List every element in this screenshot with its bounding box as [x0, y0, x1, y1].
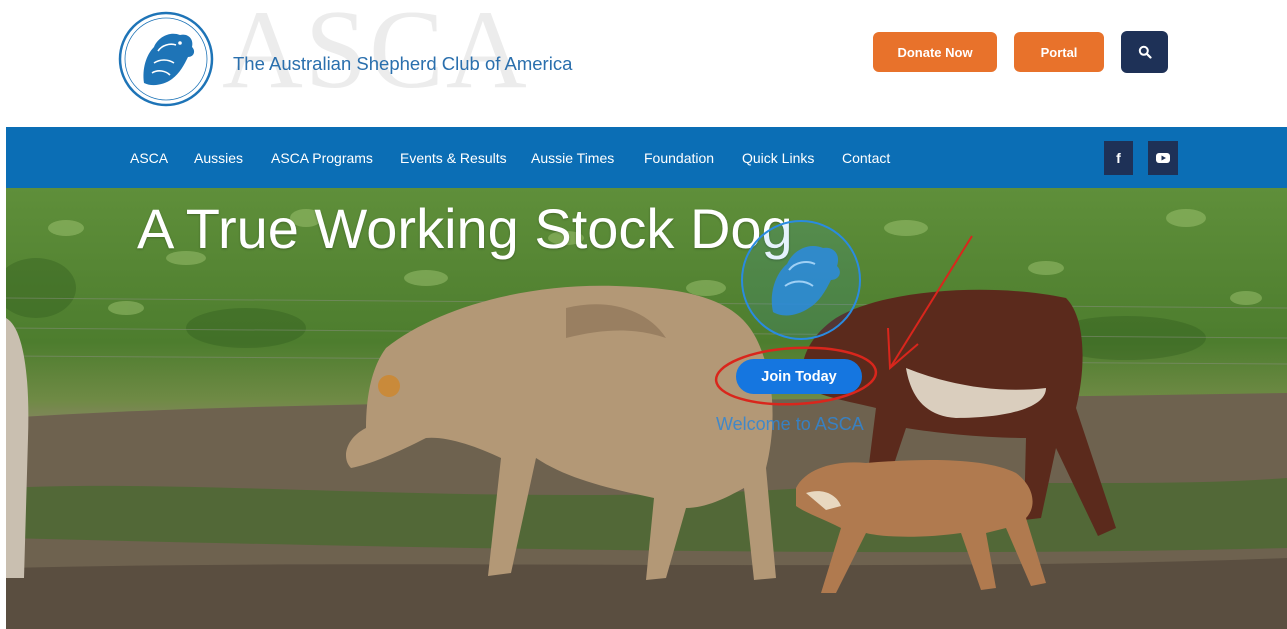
youtube-icon [1156, 153, 1170, 163]
portal-button[interactable]: Portal [1014, 32, 1104, 72]
hero-banner: A True Working Stock Dog Join Today Welc… [6, 188, 1287, 629]
hero-title: A True Working Stock Dog [137, 197, 793, 260]
facebook-icon: f [1116, 150, 1121, 166]
search-icon [1138, 45, 1152, 59]
nav-item-asca[interactable]: ASCA [130, 150, 168, 166]
join-today-button[interactable]: Join Today [736, 359, 862, 394]
nav-item-asca-programs[interactable]: ASCA Programs [271, 150, 373, 166]
search-button[interactable] [1121, 31, 1168, 73]
welcome-text: Welcome to ASCA [716, 414, 864, 434]
site-header: ASCA The Australian Shepherd Club of Ame… [0, 0, 1287, 127]
youtube-link[interactable] [1148, 141, 1178, 175]
nav-item-quick-links[interactable]: Quick Links [742, 150, 814, 166]
facebook-link[interactable]: f [1104, 141, 1133, 175]
site-title[interactable]: The Australian Shepherd Club of America [233, 53, 572, 75]
nav-item-foundation[interactable]: Foundation [644, 150, 714, 166]
asca-hero-logo [741, 220, 861, 340]
main-nav: ASCA Aussies ASCA Programs Events & Resu… [6, 127, 1287, 188]
nav-item-contact[interactable]: Contact [842, 150, 890, 166]
nav-item-aussies[interactable]: Aussies [194, 150, 243, 166]
nav-item-aussie-times[interactable]: Aussie Times [531, 150, 614, 166]
asca-logo[interactable] [118, 11, 214, 107]
nav-item-events-results[interactable]: Events & Results [400, 150, 507, 166]
donate-now-button[interactable]: Donate Now [873, 32, 997, 72]
